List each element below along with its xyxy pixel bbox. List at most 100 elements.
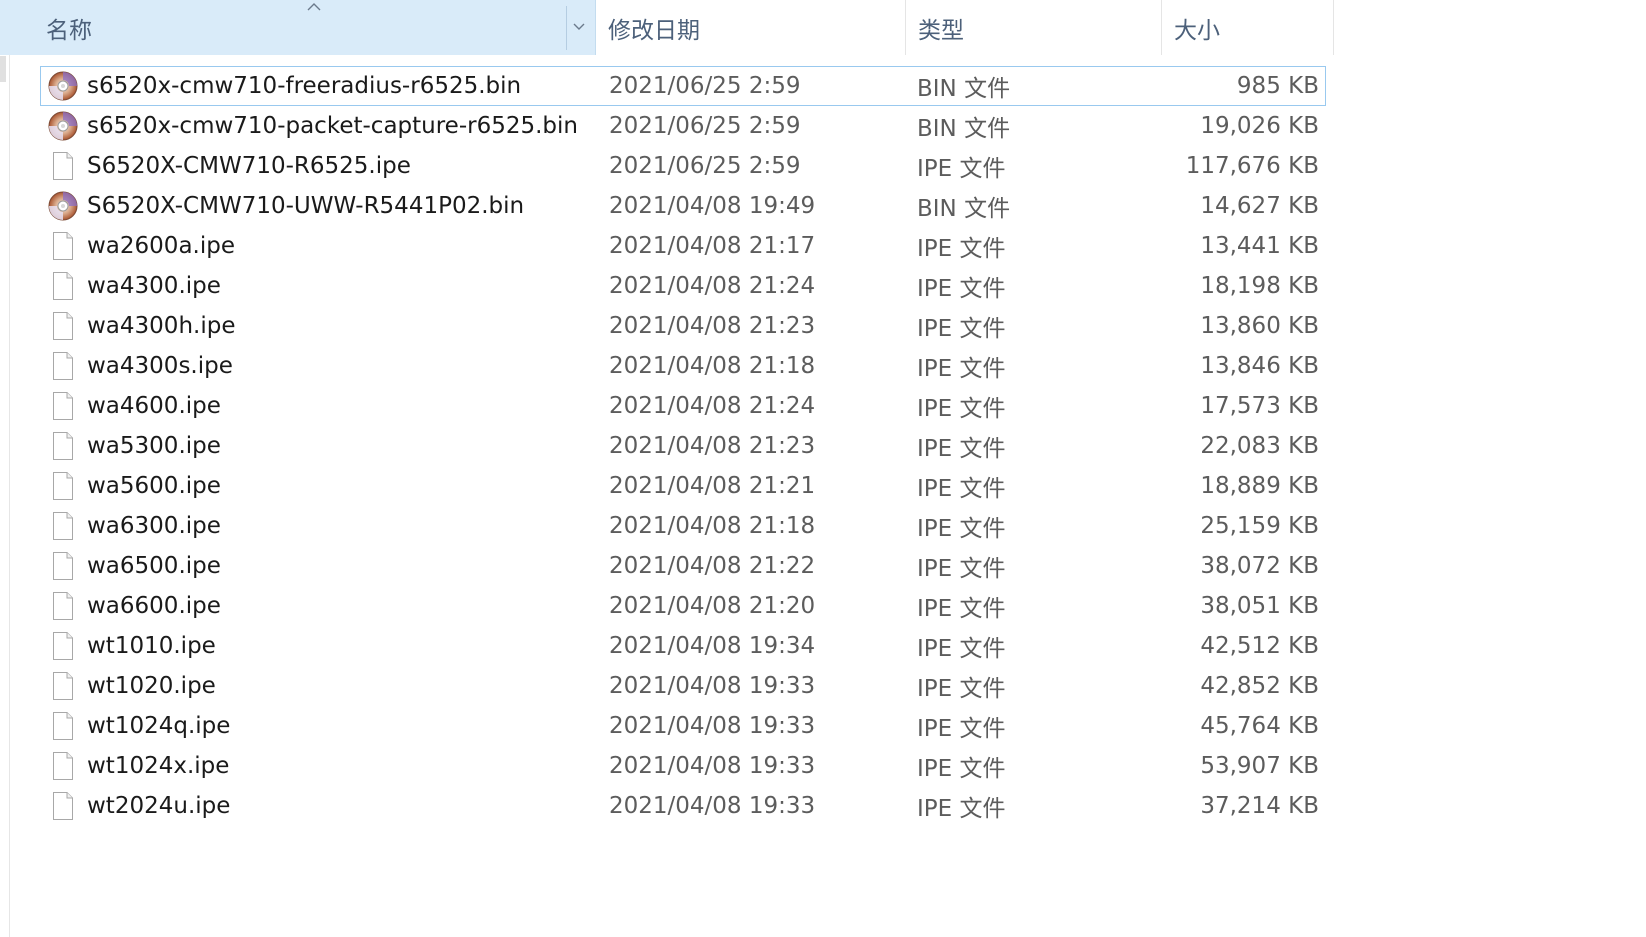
file-name-cell: S6520X-CMW710-R6525.ipe — [41, 150, 609, 182]
file-name-cell: S6520X-CMW710-UWW-R5441P02.bin — [41, 190, 609, 222]
file-size: 18,889 KB — [1200, 473, 1319, 499]
disc-image-icon — [47, 110, 79, 142]
file-date: 2021/04/08 21:21 — [609, 473, 816, 499]
file-name-cell: wa4300h.ipe — [41, 310, 609, 342]
column-header-row: 名称 修改日期 类型 大小 — [0, 0, 1334, 55]
file-row[interactable]: wa5300.ipe 2021/04/08 21:23 IPE 文件 22,08… — [40, 426, 1326, 466]
file-name: wa6300.ipe — [87, 513, 221, 539]
file-row[interactable]: S6520X-CMW710-R6525.ipe 2021/06/25 2:59 … — [40, 146, 1326, 186]
blank-file-icon — [47, 790, 79, 822]
file-size: 38,072 KB — [1200, 553, 1319, 579]
sort-up-icon — [307, 3, 321, 11]
file-row[interactable]: wa2600a.ipe 2021/04/08 21:17 IPE 文件 13,4… — [40, 226, 1326, 266]
file-row[interactable]: wt2024u.ipe 2021/04/08 19:33 IPE 文件 37,2… — [40, 786, 1326, 826]
file-row[interactable]: wa4300.ipe 2021/04/08 21:24 IPE 文件 18,19… — [40, 266, 1326, 306]
column-header-type[interactable]: 类型 — [906, 0, 1162, 55]
file-explorer-details-view: 名称 修改日期 类型 大小 s6520x-cmw710-freeradius-r… — [0, 0, 1646, 937]
blank-file-icon — [47, 310, 79, 342]
file-name-cell: wa5300.ipe — [41, 430, 609, 462]
file-type: IPE 文件 — [917, 236, 1006, 262]
file-name: wa5600.ipe — [87, 473, 221, 499]
file-row[interactable]: s6520x-cmw710-freeradius-r6525.bin 2021/… — [40, 66, 1326, 106]
file-row[interactable]: wa6300.ipe 2021/04/08 21:18 IPE 文件 25,15… — [40, 506, 1326, 546]
scrollbar-thumb[interactable] — [0, 56, 6, 82]
file-type: IPE 文件 — [917, 476, 1006, 502]
file-type: BIN 文件 — [917, 76, 1011, 102]
chevron-down-icon[interactable] — [572, 22, 586, 32]
file-date: 2021/04/08 21:23 — [609, 433, 816, 459]
file-date: 2021/04/08 19:33 — [609, 713, 816, 739]
file-row[interactable]: wt1020.ipe 2021/04/08 19:33 IPE 文件 42,85… — [40, 666, 1326, 706]
file-name: s6520x-cmw710-freeradius-r6525.bin — [87, 73, 522, 99]
file-row[interactable]: wa6600.ipe 2021/04/08 21:20 IPE 文件 38,05… — [40, 586, 1326, 626]
file-date: 2021/04/08 21:20 — [609, 593, 816, 619]
navigation-pane-edge — [0, 0, 10, 937]
column-header-size[interactable]: 大小 — [1162, 0, 1334, 55]
file-size: 13,441 KB — [1200, 233, 1319, 259]
blank-file-icon — [47, 710, 79, 742]
blank-file-icon — [47, 350, 79, 382]
file-size: 38,051 KB — [1200, 593, 1319, 619]
file-name-cell: wt1024x.ipe — [41, 750, 609, 782]
file-row[interactable]: wa4300s.ipe 2021/04/08 21:18 IPE 文件 13,8… — [40, 346, 1326, 386]
file-type: IPE 文件 — [917, 596, 1006, 622]
file-name: wt1024x.ipe — [87, 753, 230, 779]
file-row[interactable]: wa6500.ipe 2021/04/08 21:22 IPE 文件 38,07… — [40, 546, 1326, 586]
file-list: s6520x-cmw710-freeradius-r6525.bin 2021/… — [40, 66, 1326, 826]
file-name: wa4300.ipe — [87, 273, 221, 299]
file-size: 985 KB — [1236, 73, 1319, 99]
blank-file-icon — [47, 390, 79, 422]
file-row[interactable]: S6520X-CMW710-UWW-R5441P02.bin 2021/04/0… — [40, 186, 1326, 226]
file-name-cell: wa4600.ipe — [41, 390, 609, 422]
file-row[interactable]: wa4300h.ipe 2021/04/08 21:23 IPE 文件 13,8… — [40, 306, 1326, 346]
file-date: 2021/04/08 21:24 — [609, 393, 816, 419]
file-size: 25,159 KB — [1200, 513, 1319, 539]
blank-file-icon — [47, 150, 79, 182]
file-size: 13,860 KB — [1200, 313, 1319, 339]
column-header-name[interactable]: 名称 — [0, 0, 596, 55]
file-name: wa4600.ipe — [87, 393, 221, 419]
file-date: 2021/04/08 19:49 — [609, 193, 816, 219]
file-date: 2021/04/08 21:17 — [609, 233, 816, 259]
file-size: 45,764 KB — [1200, 713, 1319, 739]
file-size: 53,907 KB — [1200, 753, 1319, 779]
file-name: wt1010.ipe — [87, 633, 216, 659]
file-row[interactable]: wt1010.ipe 2021/04/08 19:34 IPE 文件 42,51… — [40, 626, 1326, 666]
file-row[interactable]: wa5600.ipe 2021/04/08 21:21 IPE 文件 18,88… — [40, 466, 1326, 506]
file-date: 2021/04/08 21:22 — [609, 553, 816, 579]
file-size: 13,846 KB — [1200, 353, 1319, 379]
file-row[interactable]: s6520x-cmw710-packet-capture-r6525.bin 2… — [40, 106, 1326, 146]
column-header-date[interactable]: 修改日期 — [596, 0, 906, 55]
file-type: IPE 文件 — [917, 716, 1006, 742]
file-type: IPE 文件 — [917, 316, 1006, 342]
file-name: wt1024q.ipe — [87, 713, 231, 739]
file-type: IPE 文件 — [917, 396, 1006, 422]
file-size: 14,627 KB — [1200, 193, 1319, 219]
file-type: IPE 文件 — [917, 556, 1006, 582]
file-name-cell: wa4300s.ipe — [41, 350, 609, 382]
file-date: 2021/04/08 19:33 — [609, 753, 816, 779]
file-size: 117,676 KB — [1185, 153, 1319, 179]
blank-file-icon — [47, 590, 79, 622]
file-type: IPE 文件 — [917, 796, 1006, 822]
file-date: 2021/04/08 19:33 — [609, 673, 816, 699]
file-name-cell: wa2600a.ipe — [41, 230, 609, 262]
file-row[interactable]: wt1024x.ipe 2021/04/08 19:33 IPE 文件 53,9… — [40, 746, 1326, 786]
file-name-cell: s6520x-cmw710-freeradius-r6525.bin — [41, 70, 609, 102]
file-name-cell: wa4300.ipe — [41, 270, 609, 302]
file-type: IPE 文件 — [917, 756, 1006, 782]
blank-file-icon — [47, 750, 79, 782]
file-date: 2021/06/25 2:59 — [609, 73, 801, 99]
file-name-cell: wa5600.ipe — [41, 470, 609, 502]
file-type: IPE 文件 — [917, 276, 1006, 302]
file-row[interactable]: wa4600.ipe 2021/04/08 21:24 IPE 文件 17,57… — [40, 386, 1326, 426]
file-type: BIN 文件 — [917, 196, 1011, 222]
blank-file-icon — [47, 670, 79, 702]
file-name-cell: wa6300.ipe — [41, 510, 609, 542]
column-header-date-label: 修改日期 — [608, 17, 700, 44]
file-row[interactable]: wt1024q.ipe 2021/04/08 19:33 IPE 文件 45,7… — [40, 706, 1326, 746]
file-name-cell: wt2024u.ipe — [41, 790, 609, 822]
file-date: 2021/04/08 19:34 — [609, 633, 816, 659]
file-size: 17,573 KB — [1200, 393, 1319, 419]
file-type: IPE 文件 — [917, 356, 1006, 382]
